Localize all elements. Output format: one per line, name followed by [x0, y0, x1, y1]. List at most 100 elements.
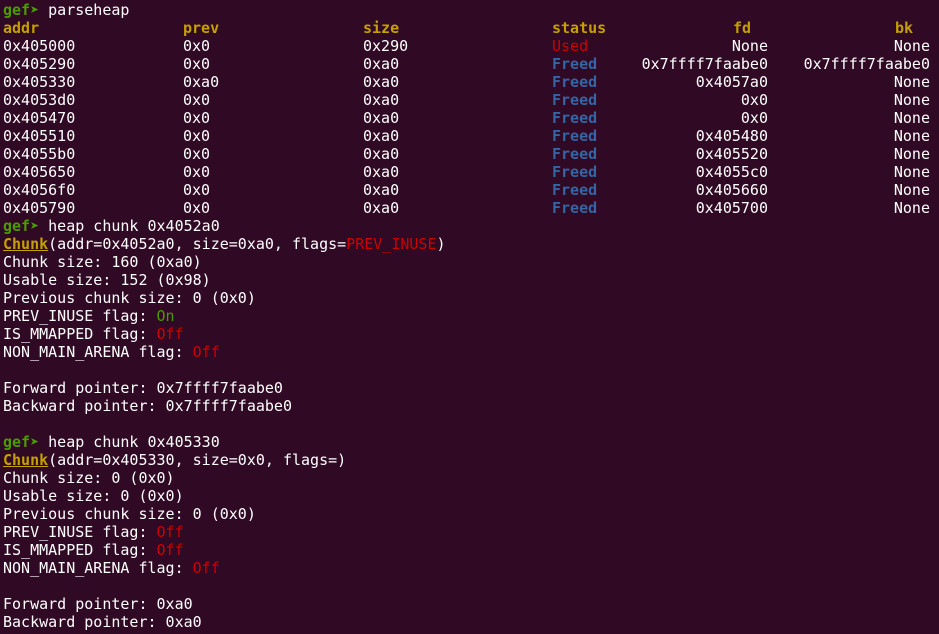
- table-row: 0x405470 0x0 0xa0 Freed 0x0 None: [3, 109, 936, 127]
- table-row: 0x405650 0x0 0xa0 Freed 0x4055c0 None: [3, 163, 936, 181]
- cell-size: 0xa0: [363, 73, 400, 91]
- prompt-line: gef➤ heap chunk 0x4052a0: [3, 217, 936, 235]
- cell-size: 0x290: [363, 37, 409, 55]
- gef-prompt: gef: [3, 217, 31, 235]
- usable-size-line: Usable size: 152 (0x98): [3, 271, 211, 289]
- cell-status: Freed: [552, 109, 598, 127]
- cell-prev: 0x0: [183, 181, 211, 199]
- forward-pointer-line: Forward pointer: 0xa0: [3, 595, 193, 613]
- table-row: 0x405290 0x0 0xa0 Freed 0x7ffff7faabe0 0x7fff…: [3, 55, 936, 73]
- prompt-arrow-icon: ➤: [30, 217, 49, 235]
- table-row: 0x405510 0x0 0xa0 Freed 0x405480 None: [3, 127, 936, 145]
- cell-size: 0xa0: [363, 199, 400, 217]
- cell-fd: 0x7ffff7faabe0: [641, 55, 768, 73]
- prompt-arrow-icon: ➤: [30, 1, 49, 19]
- cell-bk: None: [893, 109, 930, 127]
- cell-bk: None: [893, 37, 930, 55]
- cell-addr: 0x4053d0: [3, 91, 76, 109]
- cell-bk: None: [893, 163, 930, 181]
- cell-addr: 0x405470: [3, 109, 76, 127]
- table-row: 0x405330 0xa0 0xa0 Freed 0x4057a0 None: [3, 73, 936, 91]
- cell-status: Freed: [552, 91, 598, 109]
- backward-pointer-line: Backward pointer: 0xa0: [3, 613, 202, 631]
- cell-status: Freed: [552, 199, 598, 217]
- cell-bk: None: [893, 127, 930, 145]
- table-row: 0x4055b0 0x0 0xa0 Freed 0x405520 None: [3, 145, 936, 163]
- flag-label: IS_MMAPPED flag:: [3, 541, 157, 559]
- cell-bk: None: [893, 199, 930, 217]
- cell-size: 0xa0: [363, 145, 400, 163]
- cell-fd: 0x405520: [695, 145, 768, 163]
- cell-addr: 0x4056f0: [3, 181, 76, 199]
- chunk-flags: PREV_INUSE: [346, 235, 437, 253]
- cell-status: Freed: [552, 55, 598, 73]
- command-text: parseheap: [48, 1, 130, 19]
- cell-status: Freed: [552, 163, 598, 181]
- cell-prev: 0x0: [183, 37, 211, 55]
- prev-size-line: Previous chunk size: 0 (0x0): [3, 505, 256, 523]
- flag-value: Off: [156, 541, 184, 559]
- table-row: 0x405790 0x0 0xa0 Freed 0x405700 None: [3, 199, 936, 217]
- cell-addr: 0x405650: [3, 163, 76, 181]
- cell-prev: 0x0: [183, 127, 211, 145]
- cell-prev: 0x0: [183, 91, 211, 109]
- table-row: 0x405000 0x0 0x290 Used None None: [3, 37, 936, 55]
- prev-inuse-line: PREV_INUSE flag: Off: [3, 523, 936, 541]
- cell-bk: None: [893, 145, 930, 163]
- cell-addr: 0x405330: [3, 73, 76, 91]
- cell-fd: 0x0: [740, 109, 768, 127]
- header-fd: fd: [732, 19, 751, 37]
- flag-value: Off: [192, 559, 220, 577]
- cell-addr: 0x4055b0: [3, 145, 76, 163]
- chunk-args-close: ): [436, 235, 446, 253]
- cell-fd: None: [731, 37, 768, 55]
- gef-prompt: gef: [3, 433, 31, 451]
- cell-addr: 0x405000: [3, 37, 76, 55]
- cell-size: 0xa0: [363, 109, 400, 127]
- cell-prev: 0x0: [183, 199, 211, 217]
- cell-prev: 0xa0: [183, 73, 220, 91]
- cell-prev: 0x0: [183, 109, 211, 127]
- cell-status: Freed: [552, 181, 598, 199]
- chunk-size-line: Chunk size: 0 (0x0): [3, 469, 175, 487]
- prompt-arrow-icon: ➤: [30, 433, 49, 451]
- prompt-line: gef➤ heap chunk 0x405330: [3, 433, 936, 451]
- header-prev: prev: [183, 19, 220, 37]
- header-status: status: [552, 19, 607, 37]
- prompt-line: gef➤ parseheap: [3, 1, 936, 19]
- flag-value: Off: [192, 343, 220, 361]
- non-main-arena-line: NON_MAIN_ARENA flag: Off: [3, 559, 936, 577]
- chunk-size-line: Chunk size: 160 (0xa0): [3, 253, 202, 271]
- backward-pointer-line: Backward pointer: 0x7ffff7faabe0: [3, 397, 292, 415]
- cell-bk: 0x7ffff7faabe0: [803, 55, 930, 73]
- chunk-args: (addr=0x405330, size=0x0, flags=): [48, 451, 347, 469]
- command-text: heap chunk 0x405330: [48, 433, 220, 451]
- table-header: addr prev size status fd bk: [3, 19, 936, 37]
- non-main-arena-line: NON_MAIN_ARENA flag: Off: [3, 343, 936, 361]
- is-mmapped-line: IS_MMAPPED flag: Off: [3, 541, 936, 559]
- cell-status: Freed: [552, 73, 598, 91]
- cell-fd: 0x405660: [695, 181, 768, 199]
- cell-fd: 0x4055c0: [695, 163, 768, 181]
- cell-bk: None: [893, 73, 930, 91]
- flag-label: PREV_INUSE flag:: [3, 523, 157, 541]
- chunk-keyword: Chunk: [3, 235, 49, 253]
- chunk-args: (addr=0x4052a0, size=0xa0, flags=: [48, 235, 347, 253]
- chunk-summary: Chunk(addr=0x405330, size=0x0, flags=): [3, 451, 936, 469]
- cell-fd: 0x405480: [695, 127, 768, 145]
- flag-value: On: [156, 307, 175, 325]
- table-row: 0x4053d0 0x0 0xa0 Freed 0x0 None: [3, 91, 936, 109]
- cell-prev: 0x0: [183, 55, 211, 73]
- cell-bk: None: [893, 91, 930, 109]
- command-text: heap chunk 0x4052a0: [48, 217, 220, 235]
- cell-size: 0xa0: [363, 163, 400, 181]
- cell-fd: 0x4057a0: [695, 73, 768, 91]
- header-bk: bk: [894, 19, 913, 37]
- cell-size: 0xa0: [363, 55, 400, 73]
- forward-pointer-line: Forward pointer: 0x7ffff7faabe0: [3, 379, 283, 397]
- terminal-window[interactable]: gef➤ parseheap addr prev size status fd …: [0, 0, 939, 634]
- cell-bk: None: [893, 181, 930, 199]
